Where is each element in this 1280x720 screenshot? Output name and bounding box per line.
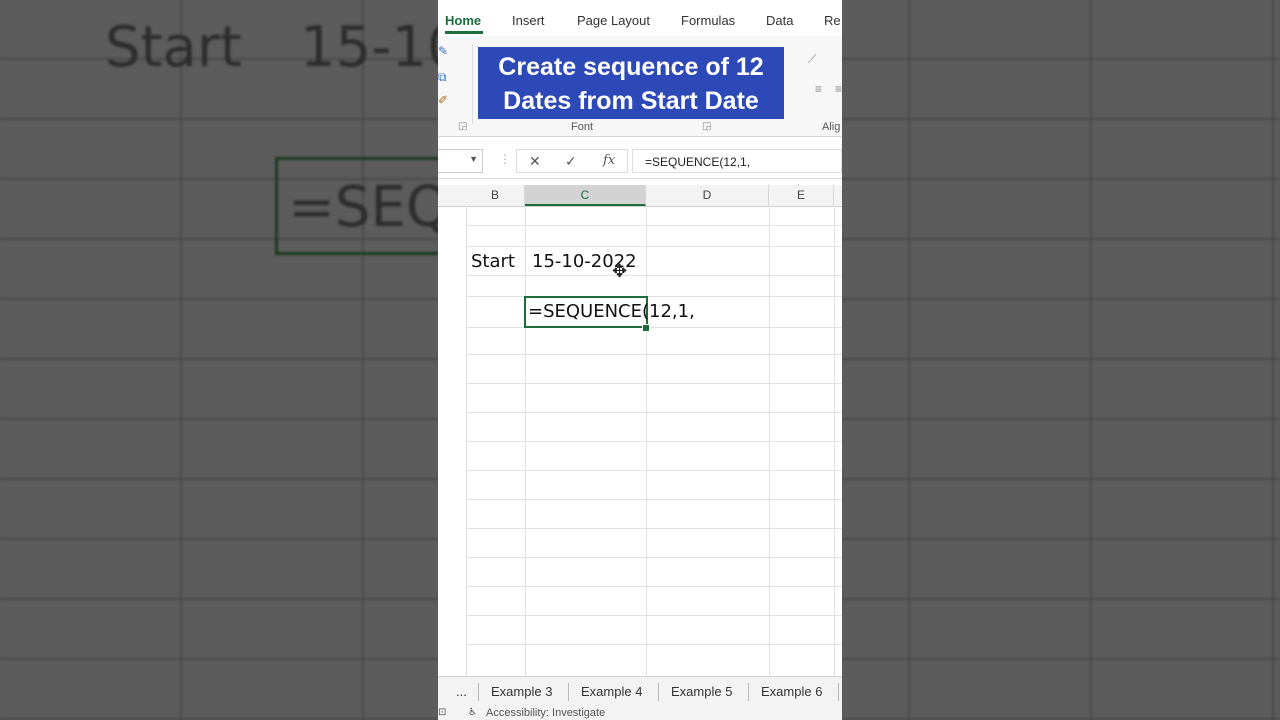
background-start-text: Start	[105, 15, 242, 80]
grid-line	[466, 412, 842, 413]
grid-line	[466, 225, 842, 226]
ribbon-tabs: Home Insert Page Layout Formulas Data Re	[438, 0, 842, 36]
formula-bar-grip-icon: ⋮	[499, 152, 511, 166]
spreadsheet-grid[interactable]: Start 15-10-2022 =SEQUENCE(12,1, ✥	[438, 206, 842, 676]
align-center-icon[interactable]: ≡	[835, 82, 842, 96]
formula-bar: ▼ ⋮ ✕ ✓ fx =SEQUENCE(12,1,	[438, 144, 842, 179]
clipboard-dialog-launcher-icon[interactable]: ◲	[458, 121, 467, 132]
macro-icon: ⊡	[438, 707, 447, 718]
grid-line	[466, 499, 842, 500]
grid-line	[466, 586, 842, 587]
grid-line	[466, 528, 842, 529]
column-header-e[interactable]: E	[769, 185, 834, 206]
grid-line	[466, 275, 842, 276]
grid-line	[466, 557, 842, 558]
tab-divider	[658, 683, 659, 701]
column-header-d[interactable]: D	[646, 185, 769, 206]
tab-divider	[478, 683, 479, 701]
column-header-c[interactable]: C	[525, 185, 646, 206]
active-cell-formula[interactable]: =SEQUENCE(12,1,	[528, 301, 695, 322]
accessibility-icon[interactable]: ♿	[468, 707, 477, 718]
grid-line	[466, 246, 842, 247]
font-dialog-launcher-icon[interactable]: ◲	[702, 121, 711, 132]
insert-function-icon[interactable]: fx	[603, 153, 615, 168]
move-cursor-icon: ✥	[612, 261, 628, 281]
sheet-tabs-more-button[interactable]: ...	[456, 684, 467, 699]
active-tab-indicator	[445, 31, 483, 34]
sheet-tab-example-6[interactable]: Example 6	[761, 684, 822, 699]
background-formula-text: =SEQ	[288, 175, 450, 240]
sheet-tab-example-5[interactable]: Example 5	[671, 684, 732, 699]
cell-b-start-label[interactable]: Start	[471, 251, 515, 272]
tab-formulas[interactable]: Formulas	[681, 13, 735, 28]
ribbon-divider	[472, 44, 473, 124]
copy-icon[interactable]: ⧉	[438, 70, 447, 85]
name-box[interactable]: ▼	[438, 149, 483, 173]
formula-buttons: ✕ ✓ fx	[516, 149, 628, 173]
column-headers: B C D E	[438, 185, 842, 207]
accessibility-status[interactable]: Accessibility: Investigate	[486, 707, 605, 719]
enter-icon[interactable]: ✓	[565, 153, 577, 170]
grid-line	[466, 644, 842, 645]
grid-line	[466, 327, 842, 328]
orientation-icon[interactable]: ⟋	[808, 52, 816, 67]
tab-insert[interactable]: Insert	[512, 13, 545, 28]
align-left-icon[interactable]: ≡	[815, 82, 822, 96]
status-bar: ⊡ ♿ Accessibility: Investigate	[438, 706, 842, 720]
tab-home[interactable]: Home	[445, 13, 481, 28]
fill-handle[interactable]	[642, 324, 650, 332]
grid-line	[466, 470, 842, 471]
grid-line	[466, 296, 842, 297]
tab-divider	[568, 683, 569, 701]
video-title-overlay: Create sequence of 12 Dates from Start D…	[478, 47, 784, 119]
tab-review[interactable]: Re	[824, 13, 841, 28]
grid-line	[466, 383, 842, 384]
group-alignment-label: Alig	[822, 121, 841, 133]
format-painter-icon[interactable]: ✐	[438, 93, 448, 107]
title-line-1: Create sequence of 12	[498, 53, 764, 81]
grid-line	[466, 354, 842, 355]
sheet-tab-example-3[interactable]: Example 3	[491, 684, 552, 699]
sheet-tabs: ... Example 3 Example 4 Example 5 Exampl…	[438, 676, 842, 707]
grid-line	[466, 615, 842, 616]
tab-divider	[838, 683, 839, 701]
sheet-tab-example-4[interactable]: Example 4	[581, 684, 642, 699]
cancel-icon[interactable]: ✕	[529, 153, 541, 170]
excel-window: Home Insert Page Layout Formulas Data Re…	[438, 0, 842, 720]
grid-line	[466, 441, 842, 442]
tab-divider	[748, 683, 749, 701]
clipboard-icon[interactable]: ✎	[438, 44, 448, 58]
tab-data[interactable]: Data	[766, 13, 793, 28]
chevron-down-icon[interactable]: ▼	[469, 154, 478, 164]
title-line-2: Dates from Start Date	[503, 87, 759, 115]
column-header-b[interactable]: B	[466, 185, 525, 206]
group-font-label: Font	[571, 121, 594, 133]
formula-input[interactable]: =SEQUENCE(12,1,	[632, 149, 842, 173]
tab-page-layout[interactable]: Page Layout	[577, 13, 650, 28]
